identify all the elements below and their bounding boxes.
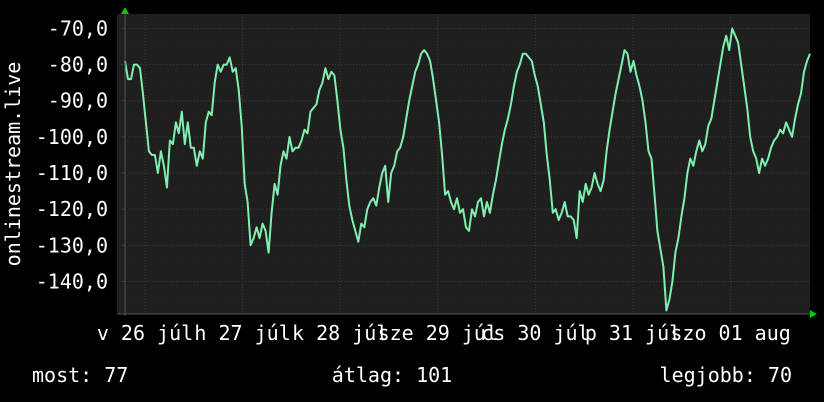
y-axis-label: onlinestream.live xyxy=(1,62,25,267)
y-tick-label: -110,0 xyxy=(36,161,108,185)
x-axis-tick-labels: v 26 júl h 27 júl k 28 júlsze 29 júlcs 30 … xyxy=(97,321,791,345)
y-tick-label: -100,0 xyxy=(36,125,108,149)
x-tick-label: v 26 júl xyxy=(97,321,193,345)
x-tick-label: szo 01 aug xyxy=(670,321,790,345)
x-axis-arrow-icon xyxy=(810,310,817,318)
y-tick-label: -70,0 xyxy=(48,16,108,40)
chart: -140,0 -130,0 -120,0 -110,0 -100,0 -90,0 -80,0… xyxy=(1,7,817,387)
y-tick-label: -140,0 xyxy=(36,269,108,293)
y-axis-tick-labels: -140,0 -130,0 -120,0 -110,0 -100,0 -90,0 -80,0… xyxy=(36,16,108,293)
x-tick-label: h 27 júl xyxy=(194,321,290,345)
y-tick-label: -80,0 xyxy=(48,53,108,77)
average-value: átlag: 101 xyxy=(332,363,452,387)
x-tick-label: p 31 júl xyxy=(585,321,681,345)
y-axis-arrow-icon xyxy=(121,7,129,14)
x-tick-label: sze 29 júl xyxy=(378,321,498,345)
y-tick-label: -90,0 xyxy=(48,89,108,113)
x-tick-label: cs 30 júl xyxy=(481,321,589,345)
y-tick-label: -130,0 xyxy=(36,233,108,257)
current-value: most: 77 xyxy=(32,363,128,387)
plot-area xyxy=(117,14,810,314)
best-value: legjobb: 70 xyxy=(660,363,792,387)
x-tick-label: k 28 júl xyxy=(292,321,388,345)
y-tick-label: -120,0 xyxy=(36,197,108,221)
